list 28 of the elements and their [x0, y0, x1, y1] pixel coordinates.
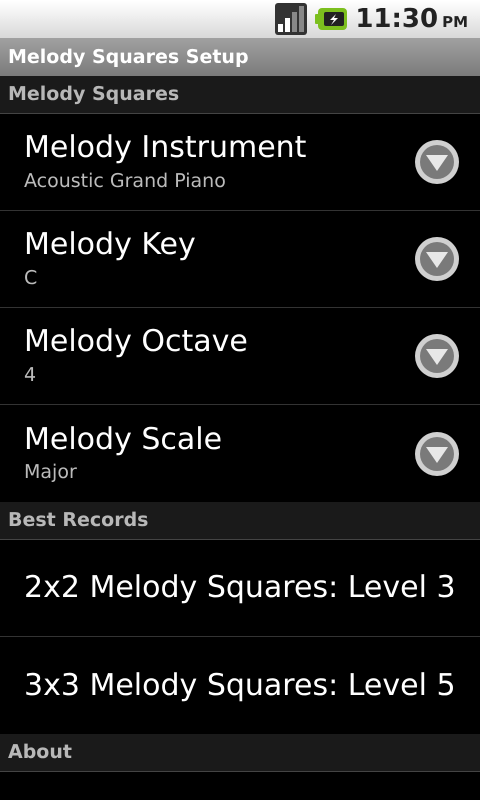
dropdown-icon	[415, 140, 459, 184]
preference-row[interactable]: Melody Octave 4	[0, 308, 480, 405]
preference-title: 3x3 Melody Squares: Level 5	[24, 666, 456, 704]
clock-ampm: PM	[442, 12, 468, 32]
dropdown-icon	[415, 334, 459, 378]
section-title: Best Records	[8, 508, 148, 534]
preference-row[interactable]: Melody Scale Major	[0, 405, 480, 502]
preference-title: Melody Key	[24, 226, 197, 264]
window-title: Melody Squares Setup	[8, 44, 249, 70]
preference-title: 2x2 Melody Squares: Level 3	[24, 569, 456, 607]
preference-summary: C	[24, 266, 38, 290]
preference-summary: Major	[24, 460, 78, 485]
section-title: About	[8, 740, 72, 766]
clock-time: 11:30	[355, 2, 438, 36]
preference-title: Melody Octave	[24, 323, 249, 360]
preference-row[interactable]: 3x3 Melody Squares: Level 5	[0, 637, 480, 734]
dropdown-icon	[415, 432, 459, 476]
preference-row[interactable]: Melody Instrument Acoustic Grand Piano	[0, 114, 480, 211]
signal-icon	[275, 3, 308, 35]
section-title: Melody Squares	[8, 82, 180, 108]
battery-icon	[315, 8, 348, 30]
preference-row[interactable]: Melody Key C	[0, 211, 480, 308]
preference-title: Melody Instrument	[24, 129, 308, 166]
preference-title: Melody Scale	[24, 420, 224, 458]
dropdown-icon	[415, 237, 459, 281]
preference-row[interactable]: 2x2 Melody Squares: Level 3	[0, 540, 480, 637]
preference-summary: Acoustic Grand Piano	[24, 168, 227, 194]
preference-summary: 4	[24, 362, 38, 388]
